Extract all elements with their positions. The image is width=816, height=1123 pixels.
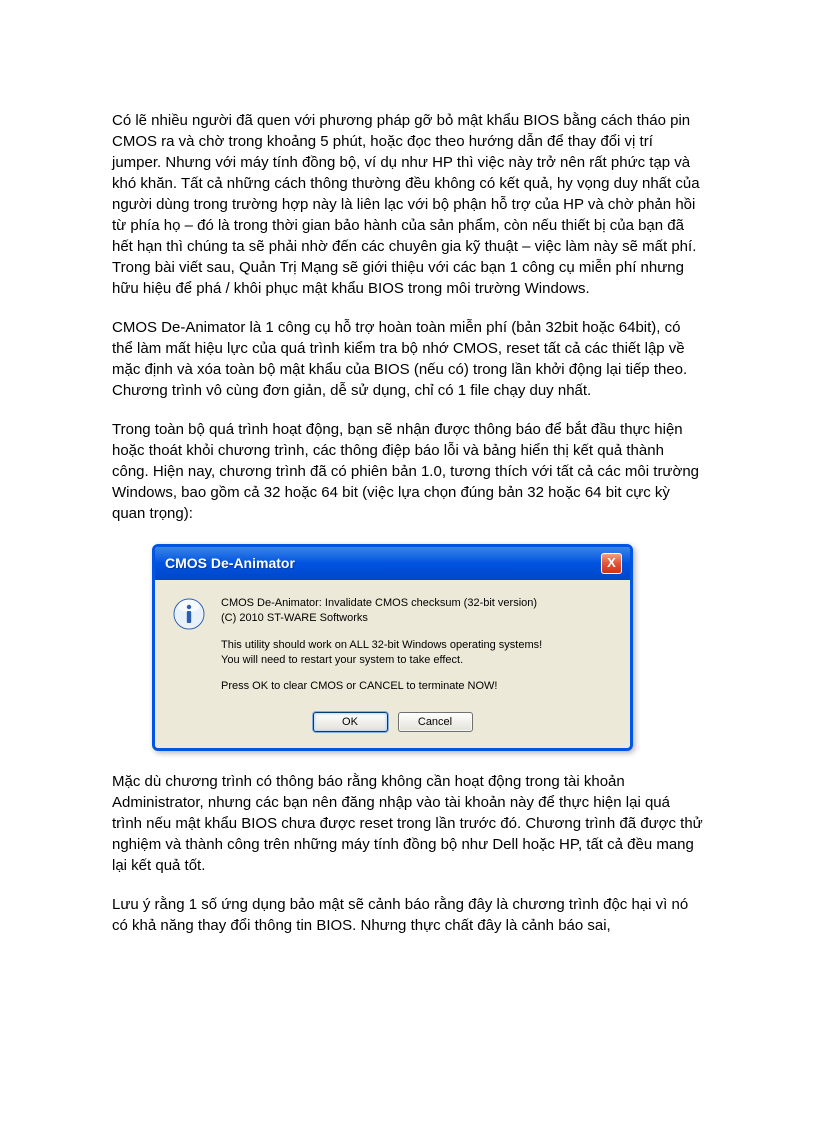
close-icon: X — [607, 554, 616, 572]
dialog-title: CMOS De-Animator — [165, 554, 295, 574]
dialog-titlebar: CMOS De-Animator X — [155, 547, 630, 580]
ok-button[interactable]: OK — [313, 712, 388, 732]
info-icon — [173, 598, 205, 630]
dialog-body: CMOS De-Animator: Invalidate CMOS checks… — [155, 580, 630, 708]
dialog-message: CMOS De-Animator: Invalidate CMOS checks… — [221, 596, 612, 694]
dialog-line-2: (C) 2010 ST-WARE Softworks — [221, 612, 368, 624]
dialog-line-5: Press OK to clear CMOS or CANCEL to term… — [221, 680, 498, 692]
paragraph-4: Mặc dù chương trình có thông báo rằng kh… — [112, 771, 704, 876]
paragraph-1: Có lẽ nhiều người đã quen với phương phá… — [112, 110, 704, 299]
cancel-button[interactable]: Cancel — [398, 712, 473, 732]
paragraph-3: Trong toàn bộ quá trình hoạt động, bạn s… — [112, 419, 704, 524]
paragraph-2: CMOS De-Animator là 1 công cụ hỗ trợ hoà… — [112, 317, 704, 401]
close-button[interactable]: X — [601, 553, 622, 574]
dialog-line-1: CMOS De-Animator: Invalidate CMOS checks… — [221, 597, 537, 609]
dialog-button-row: OK Cancel — [155, 708, 630, 748]
paragraph-5: Lưu ý rằng 1 số ứng dụng bảo mật sẽ cảnh… — [112, 894, 704, 936]
xp-dialog: CMOS De-Animator X CMOS De-Animator: Inv… — [152, 544, 633, 751]
dialog-line-4: You will need to restart your system to … — [221, 654, 463, 666]
dialog-line-3: This utility should work on ALL 32-bit W… — [221, 639, 542, 651]
